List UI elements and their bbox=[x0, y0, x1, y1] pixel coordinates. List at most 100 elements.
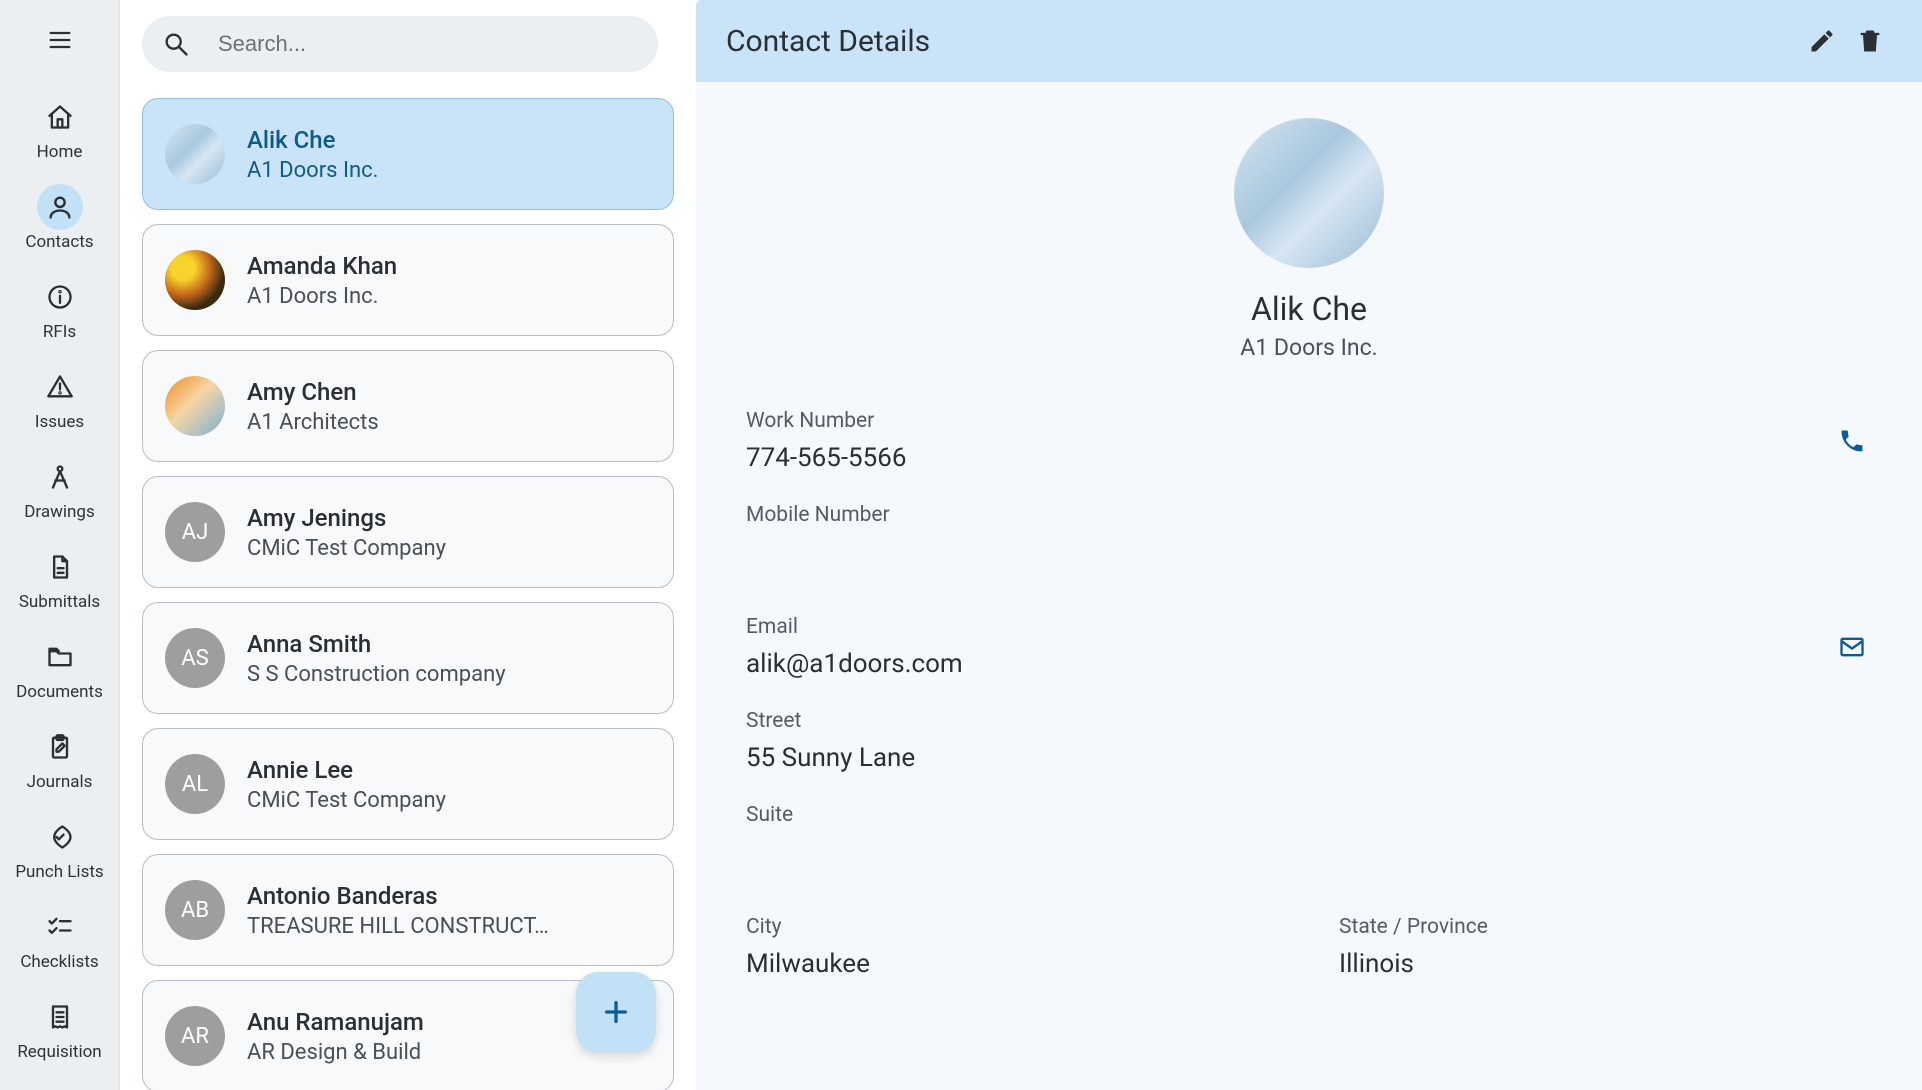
nav-label-punchlists: Punch Lists bbox=[15, 862, 103, 882]
delete-button[interactable] bbox=[1846, 17, 1894, 65]
contact-name: Alik Che bbox=[247, 126, 378, 154]
state-value: Illinois bbox=[1339, 949, 1872, 979]
street-label: Street bbox=[746, 709, 1872, 733]
email-value: alik@a1doors.com bbox=[746, 649, 1832, 679]
contact-company: TREASURE HILL CONSTRUCT… bbox=[247, 914, 549, 939]
trash-icon bbox=[1856, 27, 1884, 55]
search-field[interactable] bbox=[142, 16, 658, 72]
contact-card[interactable]: Amanda Khan A1 Doors Inc. bbox=[142, 224, 674, 336]
nav-item-drawings[interactable]: Drawings bbox=[0, 446, 119, 536]
clipboard-icon bbox=[46, 733, 74, 761]
nav-item-submittals[interactable]: Submittals bbox=[0, 536, 119, 626]
detail-body[interactable]: Alik Che A1 Doors Inc. Work Number 774-5… bbox=[696, 82, 1922, 1090]
contact-company: CMiC Test Company bbox=[247, 536, 446, 561]
nav-label-rfis: RFIs bbox=[43, 322, 76, 342]
nav-label-contacts: Contacts bbox=[25, 232, 93, 252]
nav-item-issues[interactable]: Issues bbox=[0, 356, 119, 446]
search-icon bbox=[162, 30, 190, 58]
contact-name: Antonio Banderas bbox=[247, 882, 549, 910]
avatar bbox=[165, 124, 225, 184]
folder-icon bbox=[46, 643, 74, 671]
plus-icon bbox=[600, 996, 632, 1028]
contacts-list[interactable]: Alik Che A1 Doors Inc. Amanda Khan A1 Do… bbox=[120, 84, 696, 1090]
home-icon bbox=[46, 103, 74, 131]
contact-name: Amanda Khan bbox=[247, 252, 397, 280]
nav-item-punchlists[interactable]: Punch Lists bbox=[0, 806, 119, 896]
warning-icon bbox=[46, 373, 74, 401]
receipt-icon bbox=[46, 1003, 74, 1031]
contact-name: Amy Jenings bbox=[247, 504, 446, 532]
checklist-icon bbox=[46, 913, 74, 941]
contact-card[interactable]: Amy Chen A1 Architects bbox=[142, 350, 674, 462]
detail-header: Contact Details bbox=[696, 0, 1922, 82]
detail-avatar bbox=[1234, 118, 1384, 268]
search-input[interactable] bbox=[218, 31, 638, 57]
nav-item-requisition[interactable]: Requisition bbox=[0, 986, 119, 1076]
work-number-value: 774-565-5566 bbox=[746, 443, 1832, 473]
suite-value bbox=[746, 837, 1872, 867]
contact-card[interactable]: AS Anna Smith S S Construction company bbox=[142, 602, 674, 714]
contact-name: Annie Lee bbox=[247, 756, 446, 784]
edit-button[interactable] bbox=[1798, 17, 1846, 65]
avatar: AR bbox=[165, 1006, 225, 1066]
street-value: 55 Sunny Lane bbox=[746, 743, 1872, 773]
contact-company: S S Construction company bbox=[247, 662, 506, 687]
contact-name: Anna Smith bbox=[247, 630, 506, 658]
avatar bbox=[165, 376, 225, 436]
info-icon bbox=[46, 283, 74, 311]
contact-company: A1 Doors Inc. bbox=[247, 158, 378, 183]
nav-rail: Home Contacts RFIs Issues bbox=[0, 0, 120, 1090]
phone-icon bbox=[1838, 427, 1866, 455]
nav-label-journals: Journals bbox=[27, 772, 93, 792]
email-button[interactable] bbox=[1832, 627, 1872, 667]
nav-label-submittals: Submittals bbox=[19, 592, 100, 612]
nav-item-home[interactable]: Home bbox=[0, 86, 119, 176]
contact-company: AR Design & Build bbox=[247, 1040, 424, 1065]
avatar: AL bbox=[165, 754, 225, 814]
state-label: State / Province bbox=[1339, 915, 1872, 939]
nav-label-home: Home bbox=[37, 142, 83, 162]
work-number-label: Work Number bbox=[746, 409, 1832, 433]
city-value: Milwaukee bbox=[746, 949, 1279, 979]
nav-item-rfis[interactable]: RFIs bbox=[0, 266, 119, 356]
nav-item-checklists[interactable]: Checklists bbox=[0, 896, 119, 986]
pencil-icon bbox=[1808, 27, 1836, 55]
city-label: City bbox=[746, 915, 1279, 939]
detail-name: Alik Che bbox=[746, 290, 1872, 328]
hamburger-icon bbox=[46, 26, 74, 54]
contact-name: Amy Chen bbox=[247, 378, 379, 406]
contact-list-panel: Alik Che A1 Doors Inc. Amanda Khan A1 Do… bbox=[120, 0, 696, 1090]
avatar: AJ bbox=[165, 502, 225, 562]
contact-card[interactable]: AJ Amy Jenings CMiC Test Company bbox=[142, 476, 674, 588]
contact-company: CMiC Test Company bbox=[247, 788, 446, 813]
add-contact-fab[interactable] bbox=[576, 972, 656, 1052]
avatar bbox=[165, 250, 225, 310]
mail-icon bbox=[1838, 633, 1866, 661]
suite-label: Suite bbox=[746, 803, 1872, 827]
contact-card[interactable]: Alik Che A1 Doors Inc. bbox=[142, 98, 674, 210]
contact-company: A1 Doors Inc. bbox=[247, 284, 397, 309]
nav-label-drawings: Drawings bbox=[24, 502, 94, 522]
nav-item-documents[interactable]: Documents bbox=[0, 626, 119, 716]
person-icon bbox=[46, 193, 74, 221]
detail-company: A1 Doors Inc. bbox=[746, 334, 1872, 361]
nav-item-contacts[interactable]: Contacts bbox=[0, 176, 119, 266]
detail-title: Contact Details bbox=[726, 24, 1798, 59]
menu-button[interactable] bbox=[40, 20, 80, 60]
avatar: AB bbox=[165, 880, 225, 940]
contact-card[interactable]: AB Antonio Banderas TREASURE HILL CONSTR… bbox=[142, 854, 674, 966]
call-button[interactable] bbox=[1832, 421, 1872, 461]
email-label: Email bbox=[746, 615, 1832, 639]
nav-label-issues: Issues bbox=[35, 412, 84, 432]
target-check-icon bbox=[46, 823, 74, 851]
contact-card[interactable]: AL Annie Lee CMiC Test Company bbox=[142, 728, 674, 840]
contact-name: Anu Ramanujam bbox=[247, 1008, 424, 1036]
nav-item-journals[interactable]: Journals bbox=[0, 716, 119, 806]
contact-detail-panel: Contact Details Alik Che A1 Doors Inc. W… bbox=[696, 0, 1922, 1090]
nav-label-checklists: Checklists bbox=[20, 952, 98, 972]
file-icon bbox=[46, 553, 74, 581]
mobile-number-value bbox=[746, 537, 1872, 567]
nav-label-requisition: Requisition bbox=[17, 1042, 101, 1062]
compass-icon bbox=[46, 463, 74, 491]
contact-company: A1 Architects bbox=[247, 410, 379, 435]
